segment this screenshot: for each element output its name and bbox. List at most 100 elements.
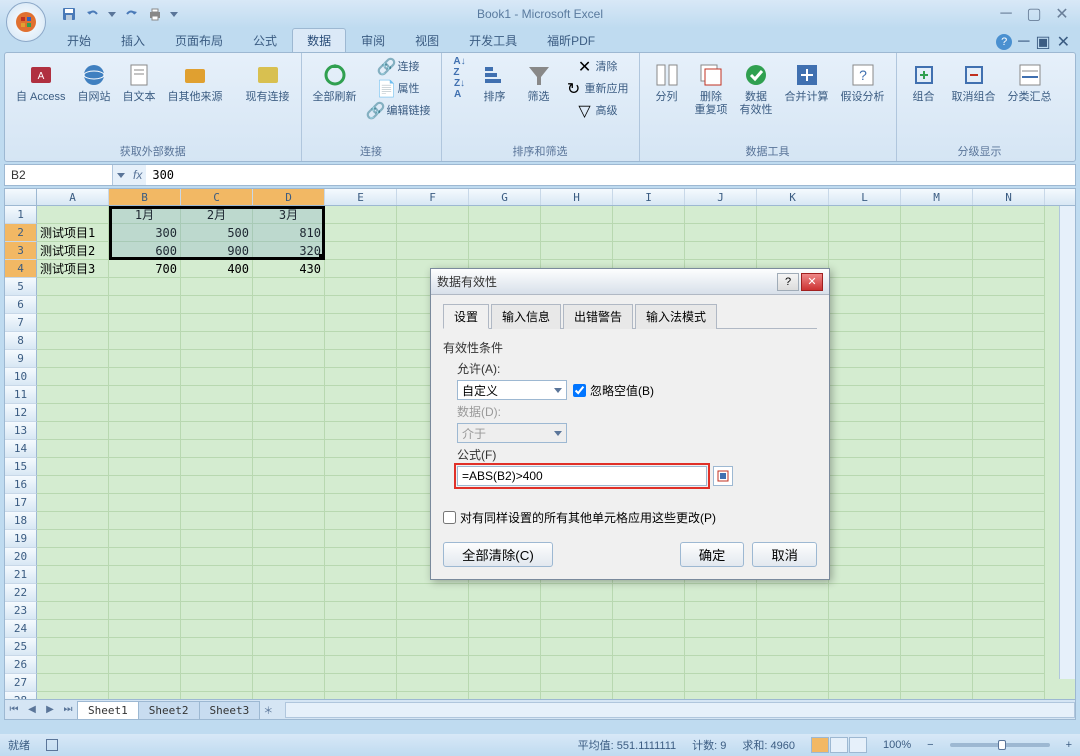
horizontal-scrollbar[interactable]: [285, 702, 1075, 718]
row-header[interactable]: 24: [5, 620, 37, 638]
vertical-scrollbar[interactable]: [1059, 206, 1075, 679]
cell[interactable]: [181, 548, 253, 566]
column-header[interactable]: C: [181, 189, 253, 205]
tab-foxit[interactable]: 福昕PDF: [532, 28, 610, 52]
dialog-help-button[interactable]: ?: [777, 273, 799, 291]
cell[interactable]: [469, 656, 541, 674]
cell[interactable]: [253, 440, 325, 458]
column-header[interactable]: B: [109, 189, 181, 205]
cell[interactable]: [685, 620, 757, 638]
cell[interactable]: [325, 206, 397, 224]
btn-refresh-all[interactable]: 全部刷新: [308, 56, 362, 107]
cell[interactable]: [757, 656, 829, 674]
cell[interactable]: [181, 332, 253, 350]
cell[interactable]: [325, 530, 397, 548]
cell[interactable]: [541, 692, 613, 699]
mdi-minimize[interactable]: ─: [1018, 33, 1029, 51]
cell[interactable]: [397, 620, 469, 638]
cell[interactable]: [181, 656, 253, 674]
minimize-button[interactable]: ─: [994, 5, 1018, 23]
cell[interactable]: [325, 494, 397, 512]
cell[interactable]: [973, 620, 1045, 638]
cell[interactable]: [829, 638, 901, 656]
cell[interactable]: [685, 584, 757, 602]
row-header[interactable]: 4: [5, 260, 37, 278]
cell[interactable]: [541, 638, 613, 656]
ignore-blank-checkbox[interactable]: 忽略空值(B): [573, 382, 654, 399]
cell[interactable]: [829, 422, 901, 440]
tab-view[interactable]: 视图: [400, 28, 454, 52]
dialog-close-button[interactable]: ✕: [801, 273, 823, 291]
cell[interactable]: [685, 242, 757, 260]
row-header[interactable]: 5: [5, 278, 37, 296]
cell[interactable]: [397, 224, 469, 242]
cell[interactable]: [253, 296, 325, 314]
btn-from-text[interactable]: 自文本: [118, 56, 161, 107]
cell[interactable]: [253, 422, 325, 440]
tab-home[interactable]: 开始: [52, 28, 106, 52]
cell[interactable]: [37, 620, 109, 638]
cell[interactable]: [541, 206, 613, 224]
dlg-tab-ime[interactable]: 输入法模式: [635, 304, 717, 329]
cell[interactable]: 600: [109, 242, 181, 260]
sheet-tab[interactable]: Sheet1: [77, 701, 139, 719]
cell[interactable]: [253, 404, 325, 422]
cell[interactable]: [973, 440, 1045, 458]
cell[interactable]: [901, 350, 973, 368]
cell[interactable]: [109, 350, 181, 368]
cell[interactable]: [757, 584, 829, 602]
select-all-corner[interactable]: [5, 189, 37, 205]
cell[interactable]: [397, 692, 469, 699]
cell[interactable]: [37, 404, 109, 422]
cell[interactable]: [685, 224, 757, 242]
cell[interactable]: [253, 278, 325, 296]
cell[interactable]: [757, 224, 829, 242]
zoom-thumb[interactable]: [998, 740, 1006, 750]
view-normal[interactable]: [811, 737, 829, 753]
row-header[interactable]: 14: [5, 440, 37, 458]
cell[interactable]: [829, 674, 901, 692]
cell[interactable]: 430: [253, 260, 325, 278]
cell[interactable]: [109, 314, 181, 332]
cell[interactable]: [37, 674, 109, 692]
column-header[interactable]: K: [757, 189, 829, 205]
fx-icon[interactable]: fx: [129, 168, 146, 182]
cell[interactable]: [325, 620, 397, 638]
row-header[interactable]: 2: [5, 224, 37, 242]
cell[interactable]: [829, 206, 901, 224]
cell[interactable]: [613, 602, 685, 620]
cell[interactable]: [109, 440, 181, 458]
cell[interactable]: [253, 656, 325, 674]
cell[interactable]: [253, 386, 325, 404]
row-header[interactable]: 3: [5, 242, 37, 260]
column-header[interactable]: A: [37, 189, 109, 205]
cell[interactable]: [973, 494, 1045, 512]
cell[interactable]: [613, 674, 685, 692]
tab-dev[interactable]: 开发工具: [454, 28, 532, 52]
cell[interactable]: [253, 638, 325, 656]
cell[interactable]: [253, 602, 325, 620]
cell[interactable]: [901, 620, 973, 638]
sheet-nav-next[interactable]: ▶: [41, 701, 59, 719]
cell[interactable]: [613, 242, 685, 260]
cell[interactable]: [253, 584, 325, 602]
cell[interactable]: [253, 494, 325, 512]
cell[interactable]: [829, 296, 901, 314]
cell[interactable]: [325, 476, 397, 494]
cell[interactable]: 测试项目1: [37, 224, 109, 242]
cell[interactable]: [397, 206, 469, 224]
maximize-button[interactable]: ▢: [1022, 5, 1046, 23]
cell[interactable]: 320: [253, 242, 325, 260]
cell[interactable]: [253, 332, 325, 350]
cell[interactable]: [901, 584, 973, 602]
cell[interactable]: [253, 620, 325, 638]
cell[interactable]: [541, 674, 613, 692]
cell[interactable]: [181, 512, 253, 530]
cell[interactable]: [109, 530, 181, 548]
cell[interactable]: [325, 656, 397, 674]
cell[interactable]: [973, 242, 1045, 260]
cell[interactable]: [973, 566, 1045, 584]
cell[interactable]: [37, 386, 109, 404]
zoom-in-button[interactable]: +: [1066, 739, 1072, 751]
cell[interactable]: [541, 602, 613, 620]
